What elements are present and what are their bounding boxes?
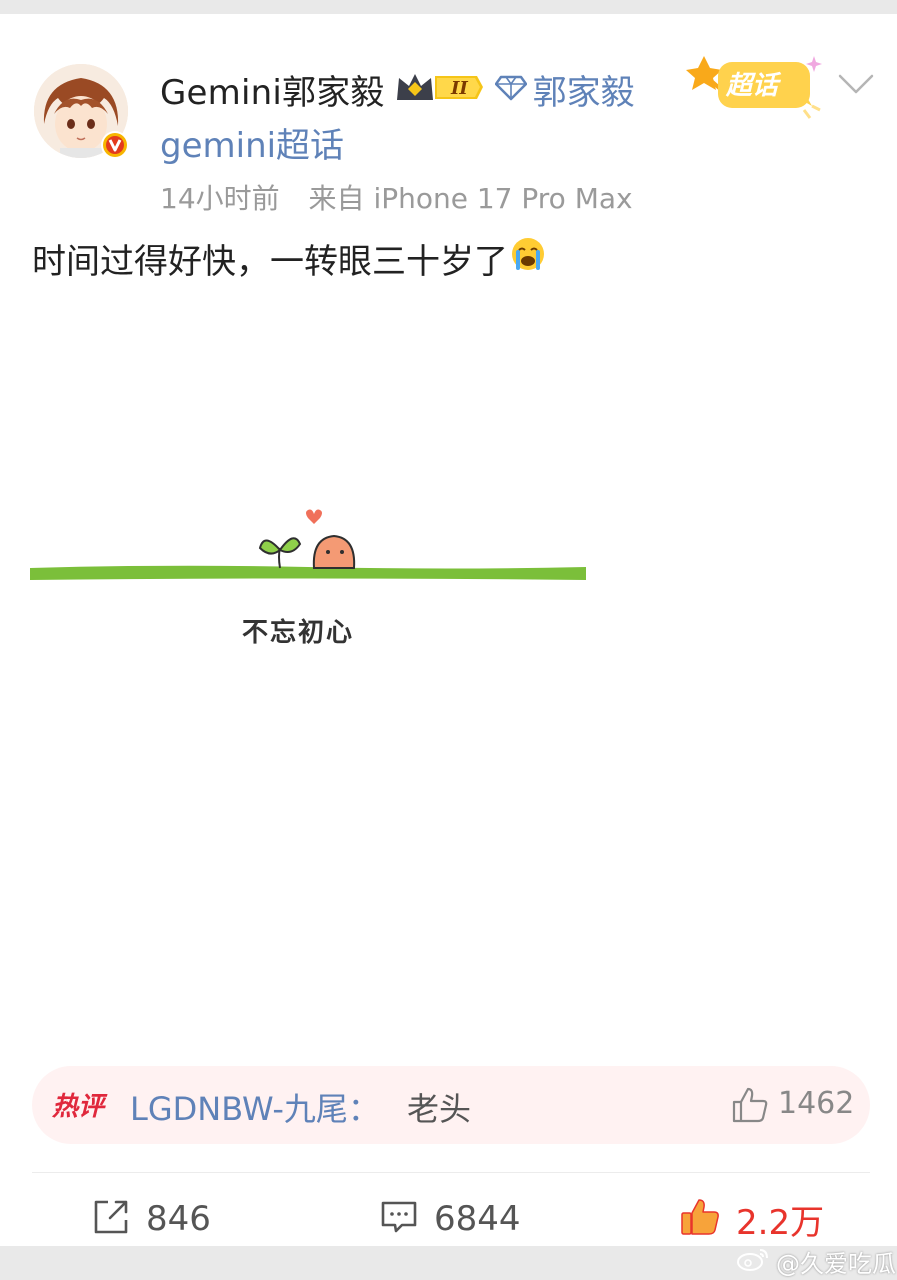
divider (32, 1172, 870, 1173)
commenter-name[interactable]: LGDNBW-九尾： (130, 1084, 380, 1130)
super-topic-badge-label: 超话 (725, 71, 782, 101)
post-meta: 14小时前 来自 iPhone 17 Pro Max (160, 177, 633, 217)
super-topic-badge[interactable]: 超话 (686, 48, 826, 124)
linked-account-name[interactable]: 郭家毅 (533, 65, 635, 114)
hot-comment[interactable]: 热评 LGDNBW-九尾： 老头 1462 (32, 1066, 870, 1144)
hot-comment-like-count: 1462 (778, 1086, 855, 1121)
hot-comment-label: 热评 (52, 1092, 105, 1122)
crown-membership-icon[interactable]: II (393, 68, 485, 110)
comment-text: 老头 (407, 1090, 472, 1128)
svg-text:II: II (450, 78, 468, 99)
thumbs-up-icon[interactable] (730, 1086, 770, 1128)
repost-count: 846 (146, 1199, 211, 1239)
watermark-text: @久爱吃瓜 (776, 1250, 896, 1278)
comment-count: 6844 (434, 1199, 521, 1239)
name-row: Gemini郭家毅 II 郭家毅 (160, 65, 635, 114)
watermark: @久爱吃瓜 (736, 1244, 896, 1279)
weibo-post-card: Gemini郭家毅 II 郭家毅 gemini超话 超话 14小时前 来自 iP… (0, 14, 897, 1246)
like-button[interactable]: 2.2万 (680, 1196, 825, 1243)
username[interactable]: Gemini郭家毅 (160, 65, 385, 114)
comment-button[interactable]: 6844 (380, 1196, 521, 1242)
comment-icon (380, 1198, 418, 1240)
image-caption: 不忘初心 (242, 618, 355, 648)
post-time: 14小时前 (160, 182, 280, 215)
like-count: 2.2万 (736, 1202, 825, 1243)
repost-icon (92, 1198, 130, 1240)
verified-badge-icon (100, 130, 130, 160)
thumbs-up-filled-icon (680, 1197, 720, 1241)
weibo-logo-icon (736, 1246, 770, 1278)
repost-button[interactable]: 846 (92, 1196, 211, 1242)
chevron-down-icon[interactable] (838, 72, 874, 100)
post-text: 时间过得好快，一转眼三十岁了 (32, 234, 546, 283)
crying-face-icon (510, 236, 546, 281)
super-topic-link[interactable]: gemini超话 (160, 118, 344, 167)
post-body: 时间过得好快，一转眼三十岁了 (32, 242, 508, 282)
diamond-icon (494, 73, 527, 105)
post-image[interactable] (28, 494, 588, 588)
post-source: 来自 iPhone 17 Pro Max (308, 182, 633, 215)
